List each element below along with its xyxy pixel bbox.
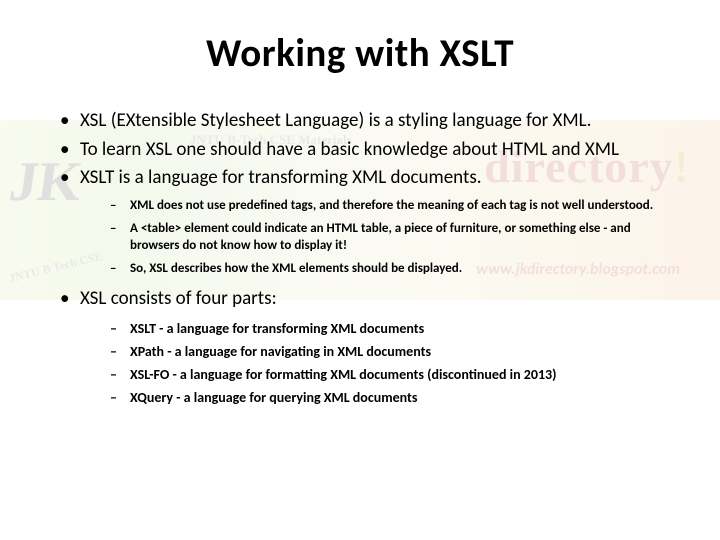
slide: JK JNTU B-Tech CSE Materials directory! … bbox=[0, 0, 720, 540]
sub-bullet-item: XSL-FO - a language for formatting XML d… bbox=[110, 364, 670, 385]
sub-list-2: XSLT - a language for transforming XML d… bbox=[110, 318, 670, 408]
slide-title: Working with XSLT bbox=[50, 30, 670, 77]
slide-content: Working with XSLT XSL (EXtensible Styles… bbox=[50, 30, 670, 408]
bullet-item: XSLT is a language for transforming XML … bbox=[58, 166, 670, 277]
bullet-text: XSL consists of four parts: bbox=[80, 287, 277, 310]
sub-bullet-item: XML does not use predefined tags, and th… bbox=[110, 197, 670, 215]
sub-bullet-item: XSLT - a language for transforming XML d… bbox=[110, 318, 670, 339]
sub-bullet-item: So, XSL describes how the XML elements s… bbox=[110, 260, 670, 278]
bullet-text: XSLT is a language for transforming XML … bbox=[80, 166, 482, 189]
bullet-item: XSL (EXtensible Stylesheet Language) is … bbox=[58, 109, 670, 134]
sub-bullet-item: XQuery - a language for querying XML doc… bbox=[110, 387, 670, 408]
main-list: XSL (EXtensible Stylesheet Language) is … bbox=[58, 109, 670, 408]
sub-list-1: XML does not use predefined tags, and th… bbox=[110, 197, 670, 277]
bullet-item: XSL consists of four parts: XSLT - a lan… bbox=[58, 287, 670, 408]
sub-bullet-item: XPath - a language for navigating in XML… bbox=[110, 341, 670, 362]
sub-bullet-item: A <table> element could indicate an HTML… bbox=[110, 220, 670, 255]
bullet-item: To learn XSL one should have a basic kno… bbox=[58, 138, 670, 163]
